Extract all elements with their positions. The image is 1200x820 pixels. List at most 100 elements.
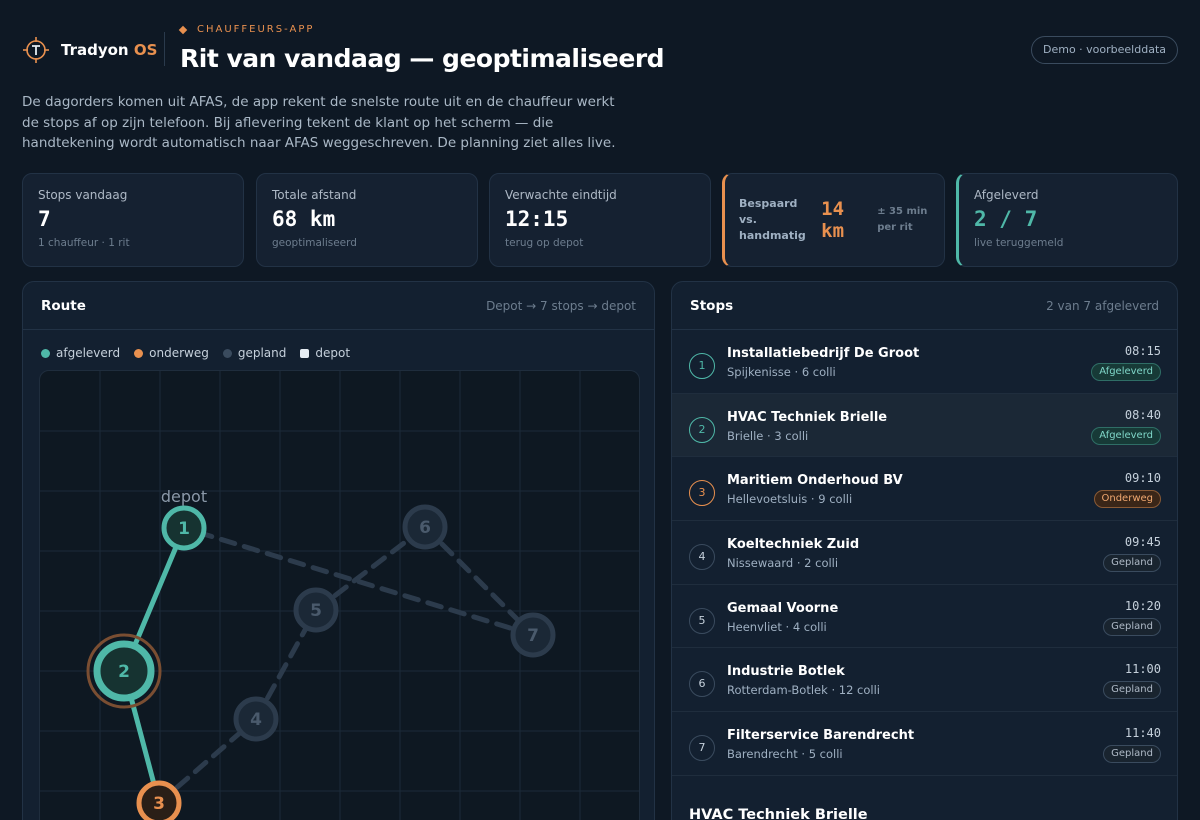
stop-row[interactable]: 5 Gemaal Voorne Heenvliet · 4 colli 10:2…	[672, 585, 1177, 649]
svg-text:7: 7	[527, 626, 539, 646]
kpi-value: 68 km	[272, 207, 336, 231]
route-panel-header: Route Depot → 7 stops → depot	[23, 282, 654, 330]
kpi-note: ± 35 min per rit	[877, 206, 928, 233]
stop-details: Hellevoetsluis · 9 colli	[727, 492, 853, 507]
depot-label: depot	[161, 487, 207, 506]
demo-badge: Demo · voorbeelddata	[1031, 36, 1178, 64]
stop-number: 2	[689, 416, 715, 443]
stop-number: 7	[689, 735, 715, 762]
stop-row[interactable]: 4 Koeltechniek Zuid Nissewaard · 2 colli…	[672, 521, 1177, 585]
map-stop-4[interactable]: 4	[233, 696, 279, 742]
map-stop-1[interactable]: 1	[161, 505, 207, 551]
kpi-end-time: Verwachte eindtijd 12:15 terug op depot	[489, 173, 711, 267]
eyebrow-label: CHAUFFEURS-APP	[197, 24, 315, 35]
kpi-value: 2 / 7	[974, 207, 1038, 231]
legend-dot	[300, 348, 310, 358]
stop-time: 09:45	[1124, 535, 1161, 550]
route-legend: afgeleverd onderweg gepland depot	[41, 346, 364, 360]
section-eyebrow: CHAUFFEURS-APP	[178, 24, 315, 35]
stop-row-selected[interactable]: 2 HVAC Techniek Brielle Brielle · 3 coll…	[672, 393, 1177, 458]
status-badge: Afgeleverd	[1091, 363, 1161, 381]
legend-label: onderweg	[149, 346, 209, 360]
svg-text:1: 1	[178, 519, 190, 539]
stops-list: 1 Installatiebedrijf De Groot Spijkeniss…	[672, 330, 1177, 776]
stop-details: Spijkenisse · 6 colli	[727, 365, 836, 379]
kpi-label: Totale afstand	[272, 188, 357, 202]
stop-details: Heenvliet · 4 colli	[727, 619, 827, 634]
diamond-icon	[178, 25, 188, 34]
svg-text:5: 5	[310, 601, 322, 621]
legend-dot	[222, 348, 232, 358]
kpi-label: Bespaard vs. handmatig	[739, 197, 806, 242]
stop-number: 1	[689, 353, 715, 379]
legend-item-depot: depot	[300, 346, 350, 360]
panel-title: Stops	[690, 298, 734, 314]
stop-time: 11:00	[1124, 662, 1161, 677]
map-grid	[40, 371, 639, 820]
stop-number: 6	[689, 671, 715, 698]
legend-label: depot	[315, 346, 351, 360]
kpi-label: Afgeleverd	[974, 188, 1039, 202]
stop-number: 5	[689, 607, 715, 634]
stop-details: Brielle · 3 colli	[727, 428, 809, 443]
stop-name: Filterservice Barendrecht	[727, 728, 915, 744]
kpi-label: Stops vandaag	[38, 188, 128, 202]
stop-time: 08:40	[1124, 407, 1161, 422]
kpi-value: 12:15	[505, 207, 569, 231]
map-stop-2-selected[interactable]: 2	[86, 633, 162, 709]
legend-dot	[134, 348, 144, 358]
stop-name: HVAC Techniek Brielle	[727, 409, 888, 425]
legend-label: gepland	[237, 346, 287, 360]
route-panel: Route Depot → 7 stops → depot afgeleverd…	[22, 281, 655, 820]
stop-name: Maritiem Onderhoud BV	[727, 473, 903, 489]
stop-time: 08:15	[1124, 344, 1161, 358]
stop-time: 10:20	[1124, 598, 1161, 613]
status-badge: Afgeleverd	[1091, 426, 1161, 445]
page-title: Rit van vandaag — geoptimaliseerd	[180, 44, 665, 73]
brand[interactable]: Tradyon OS	[22, 36, 157, 64]
stops-panel-header: Stops 2 van 7 afgeleverd	[672, 282, 1177, 330]
stop-name: Industrie Botlek	[727, 664, 845, 680]
map-stop-3[interactable]: 3	[136, 780, 182, 820]
panel-meta: Depot → 7 stops → depot	[486, 299, 636, 313]
kpi-label: Verwachte eindtijd	[505, 188, 617, 202]
legend-item-gepland: gepland	[222, 346, 287, 360]
legend-item-onderweg: onderweg	[134, 346, 209, 360]
planned-route	[156, 524, 536, 806]
stop-details: Rotterdam-Botlek · 12 colli	[727, 683, 880, 698]
stop-number: 3	[689, 480, 715, 507]
svg-text:2: 2	[118, 662, 130, 682]
brand-name: Tradyon OS	[61, 41, 158, 59]
stop-time: 09:10	[1124, 471, 1161, 486]
stop-time: 11:40	[1124, 726, 1161, 741]
stop-details: Nissewaard · 2 colli	[727, 556, 839, 571]
route-map-canvas: depot 6 5 7 4 1 2 3	[40, 371, 639, 820]
stop-row[interactable]: 7 Filterservice Barendrecht Barendrecht …	[672, 712, 1177, 776]
stop-name: Gemaal Voorne	[727, 600, 839, 616]
status-badge: Gepland	[1103, 554, 1161, 573]
status-badge: Onderweg	[1093, 490, 1161, 509]
kpi-distance: Totale afstand 68 km geoptimaliseerd	[256, 173, 478, 267]
stop-number: 4	[689, 544, 715, 571]
app-header: Tradyon OS CHAUFFEURS-APP Rit van vandaa…	[22, 22, 1178, 82]
svg-text:3: 3	[153, 794, 165, 814]
kpi-value: 14 km	[821, 198, 845, 242]
legend-label: afgeleverd	[56, 346, 121, 360]
route-map[interactable]: depot 6 5 7 4 1 2 3	[39, 370, 640, 820]
map-stop-5[interactable]: 5	[293, 587, 339, 633]
map-stop-7[interactable]: 7	[510, 612, 556, 658]
stop-row[interactable]: 3 Maritiem Onderhoud BV Hellevoetsluis ·…	[672, 457, 1177, 522]
stop-name: Koeltechniek Zuid	[727, 537, 860, 553]
stop-name: Installatiebedrijf De Groot	[727, 346, 920, 361]
stop-row[interactable]: 1 Installatiebedrijf De Groot Spijkeniss…	[672, 330, 1177, 394]
kpi-sub: live teruggemeld	[974, 237, 1064, 249]
selected-stop-title: HVAC Techniek Brielle	[689, 807, 868, 820]
legend-dot	[41, 348, 50, 358]
kpi-row: Stops vandaag 7 1 chauffeur · 1 rit Tota…	[22, 173, 1178, 267]
svg-text:4: 4	[250, 710, 262, 730]
kpi-stops: Stops vandaag 7 1 chauffeur · 1 rit	[22, 173, 244, 267]
map-stop-6[interactable]: 6	[402, 504, 448, 550]
panel-meta: 2 van 7 afgeleverd	[1046, 299, 1159, 313]
status-badge: Gepland	[1103, 745, 1161, 764]
stop-row[interactable]: 6 Industrie Botlek Rotterdam-Botlek · 12…	[672, 648, 1177, 713]
